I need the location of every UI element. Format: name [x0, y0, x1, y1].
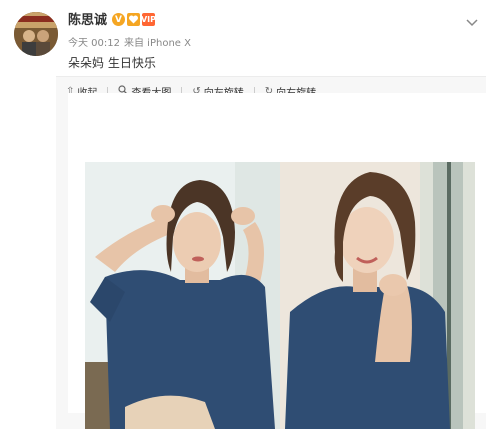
- post-meta: 今天 00:12 来自 iPhone X: [68, 37, 191, 51]
- post-photo[interactable]: [85, 162, 475, 429]
- post-source: 来自 iPhone X: [124, 38, 191, 49]
- username[interactable]: 陈思诚: [68, 12, 107, 30]
- badges: V VIP: [112, 13, 156, 26]
- weibo-post: 陈思诚 V VIP 今天 00:12 来自 iPhone X 朵朵妈 生日快乐 …: [0, 0, 500, 429]
- chevron-down-icon[interactable]: [464, 14, 480, 27]
- vip-badge[interactable]: VIP: [141, 13, 156, 26]
- avatar[interactable]: [14, 12, 58, 56]
- heart-badge-icon[interactable]: [127, 13, 140, 26]
- verified-icon[interactable]: V: [112, 13, 125, 26]
- post-time[interactable]: 今天 00:12: [68, 37, 120, 51]
- post-text: 朵朵妈 生日快乐: [68, 56, 156, 70]
